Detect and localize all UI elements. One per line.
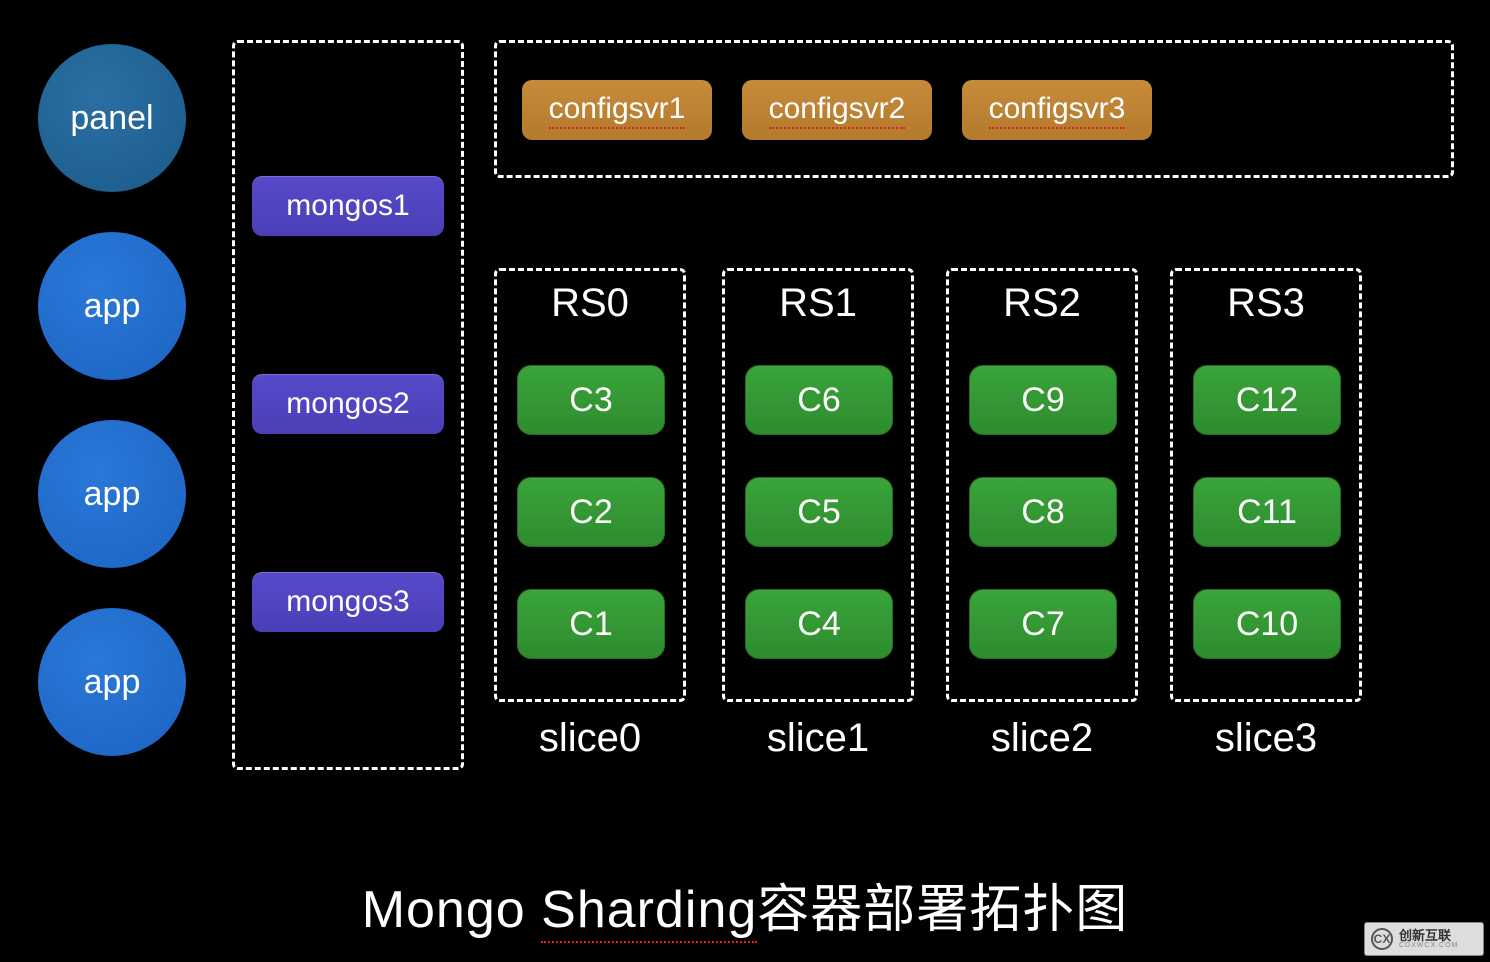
- watermark-text: 创新互联 CDXWCX.COM: [1399, 929, 1458, 949]
- configsvr-2: configsvr2: [742, 80, 932, 140]
- rs0-node-2-label: C2: [569, 493, 612, 532]
- rs3-group: RS3 C12 C11 C10: [1170, 268, 1362, 702]
- mongos-3: mongos3: [252, 572, 444, 632]
- client-app-label-3: app: [84, 663, 141, 702]
- configsvr-2-label: configsvr2: [769, 92, 906, 129]
- rs1-group: RS1 C6 C5 C4: [722, 268, 914, 702]
- rs1-node-3-label: C4: [797, 605, 840, 644]
- rs3-node-2-label: C11: [1237, 493, 1297, 532]
- rs1-node-1-label: C6: [797, 381, 840, 420]
- configsvr-1: configsvr1: [522, 80, 712, 140]
- rs0-node-2: C2: [517, 477, 665, 547]
- mongos-1: mongos1: [252, 176, 444, 236]
- configsvr-3-label: configsvr3: [989, 92, 1126, 129]
- diagram-title-pre: Mongo: [362, 881, 541, 941]
- rs2-slice-label: slice2: [946, 716, 1138, 761]
- rs3-node-1: C12: [1193, 365, 1341, 435]
- rs1-title: RS1: [725, 281, 911, 326]
- mongos-1-label: mongos1: [286, 189, 409, 223]
- client-app-label-1: app: [84, 287, 141, 326]
- rs1-slice-label: slice1: [722, 716, 914, 761]
- rs3-slice-label: slice3: [1170, 716, 1362, 761]
- watermark-logo-icon: CX: [1371, 928, 1393, 950]
- mongos-2-label: mongos2: [286, 387, 409, 421]
- rs2-node-3: C7: [969, 589, 1117, 659]
- mongos-2: mongos2: [252, 374, 444, 434]
- rs1-node-2-label: C5: [797, 493, 840, 532]
- rs1-node-3: C4: [745, 589, 893, 659]
- rs2-node-3-label: C7: [1021, 605, 1064, 644]
- rs1-node-1: C6: [745, 365, 893, 435]
- client-panel-circle: panel: [38, 44, 186, 192]
- configsvr-1-label: configsvr1: [549, 92, 686, 129]
- rs3-node-1-label: C12: [1236, 381, 1298, 420]
- diagram-title-post: 容器部署拓扑图: [757, 881, 1128, 941]
- rs0-title: RS0: [497, 281, 683, 326]
- rs0-node-1-label: C3: [569, 381, 612, 420]
- rs2-title: RS2: [949, 281, 1135, 326]
- rs3-title: RS3: [1173, 281, 1359, 326]
- watermark-sub: CDXWCX.COM: [1399, 942, 1458, 949]
- diagram-title-underlined: Sharding: [541, 881, 757, 943]
- client-panel-label: panel: [70, 99, 153, 138]
- mongos-3-label: mongos3: [286, 585, 409, 619]
- watermark-main: 创新互联: [1399, 929, 1458, 942]
- rs0-slice-label: slice0: [494, 716, 686, 761]
- diagram: panel app app app mongos1 mongos2 mongos…: [0, 0, 1490, 962]
- rs0-node-1: C3: [517, 365, 665, 435]
- rs0-node-3: C1: [517, 589, 665, 659]
- client-app-circle-1: app: [38, 232, 186, 380]
- client-app-circle-3: app: [38, 608, 186, 756]
- diagram-title: Mongo Sharding容器部署拓扑图: [0, 867, 1490, 942]
- rs2-node-2: C8: [969, 477, 1117, 547]
- rs0-node-3-label: C1: [569, 605, 612, 644]
- client-app-label-2: app: [84, 475, 141, 514]
- rs2-node-2-label: C8: [1021, 493, 1064, 532]
- configsvr-3: configsvr3: [962, 80, 1152, 140]
- rs3-node-3-label: C10: [1236, 605, 1298, 644]
- client-app-circle-2: app: [38, 420, 186, 568]
- rs1-node-2: C5: [745, 477, 893, 547]
- watermark: CX 创新互联 CDXWCX.COM: [1364, 922, 1484, 956]
- rs0-group: RS0 C3 C2 C1: [494, 268, 686, 702]
- rs3-node-2: C11: [1193, 477, 1341, 547]
- rs2-node-1-label: C9: [1021, 381, 1064, 420]
- rs2-node-1: C9: [969, 365, 1117, 435]
- rs2-group: RS2 C9 C8 C7: [946, 268, 1138, 702]
- rs3-node-3: C10: [1193, 589, 1341, 659]
